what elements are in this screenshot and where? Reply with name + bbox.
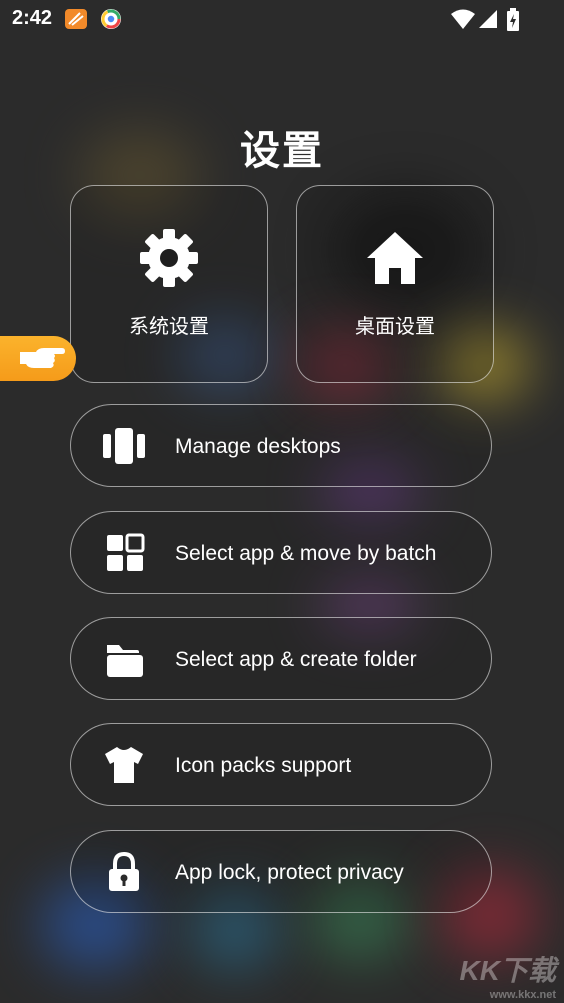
status-time: 2:42 (12, 7, 53, 29)
folder-icon (107, 645, 143, 677)
manage-desktops-row[interactable]: Manage desktops (70, 404, 492, 487)
page-title: 设置 (240, 128, 324, 174)
lock-icon (109, 852, 139, 891)
watermark-url: www.kkx.net (489, 989, 556, 1001)
watermark-logo: KK下载 www.kkx.net (460, 949, 556, 1001)
signal-icon (479, 10, 497, 28)
create-folder-row[interactable]: Select app & create folder (70, 617, 492, 700)
gear-icon (140, 229, 198, 287)
create-folder-label: Select app & create folder (175, 648, 417, 671)
manage-desktops-label: Manage desktops (175, 435, 341, 458)
desktop-settings-label: 桌面设置 (355, 314, 435, 338)
system-settings-card[interactable]: 系统设置 (70, 185, 268, 383)
desktops-icon (103, 428, 145, 464)
wifi-icon (451, 9, 475, 29)
icon-packs-label: Icon packs support (175, 754, 352, 777)
app-lock-row[interactable]: App lock, protect privacy (70, 830, 492, 913)
tshirt-icon (105, 747, 143, 783)
desktop-settings-card[interactable]: 桌面设置 (296, 185, 494, 383)
pointing-hand-icon (20, 348, 65, 368)
chrome-icon (101, 9, 121, 29)
system-settings-label: 系统设置 (129, 314, 209, 338)
grid-icon (107, 533, 145, 571)
watermark-brand: KK下载 (459, 955, 556, 986)
side-pull-tab[interactable] (0, 336, 76, 381)
app-lock-label: App lock, protect privacy (175, 861, 404, 884)
status-bar: 2:42 (0, 0, 564, 38)
select-move-batch-label: Select app & move by batch (175, 542, 437, 565)
app-notification-icon (65, 9, 87, 29)
icon-packs-row[interactable]: Icon packs support (70, 723, 492, 806)
battery-charging-icon (507, 8, 519, 31)
home-icon (367, 232, 423, 284)
select-move-batch-row[interactable]: Select app & move by batch (70, 511, 492, 594)
